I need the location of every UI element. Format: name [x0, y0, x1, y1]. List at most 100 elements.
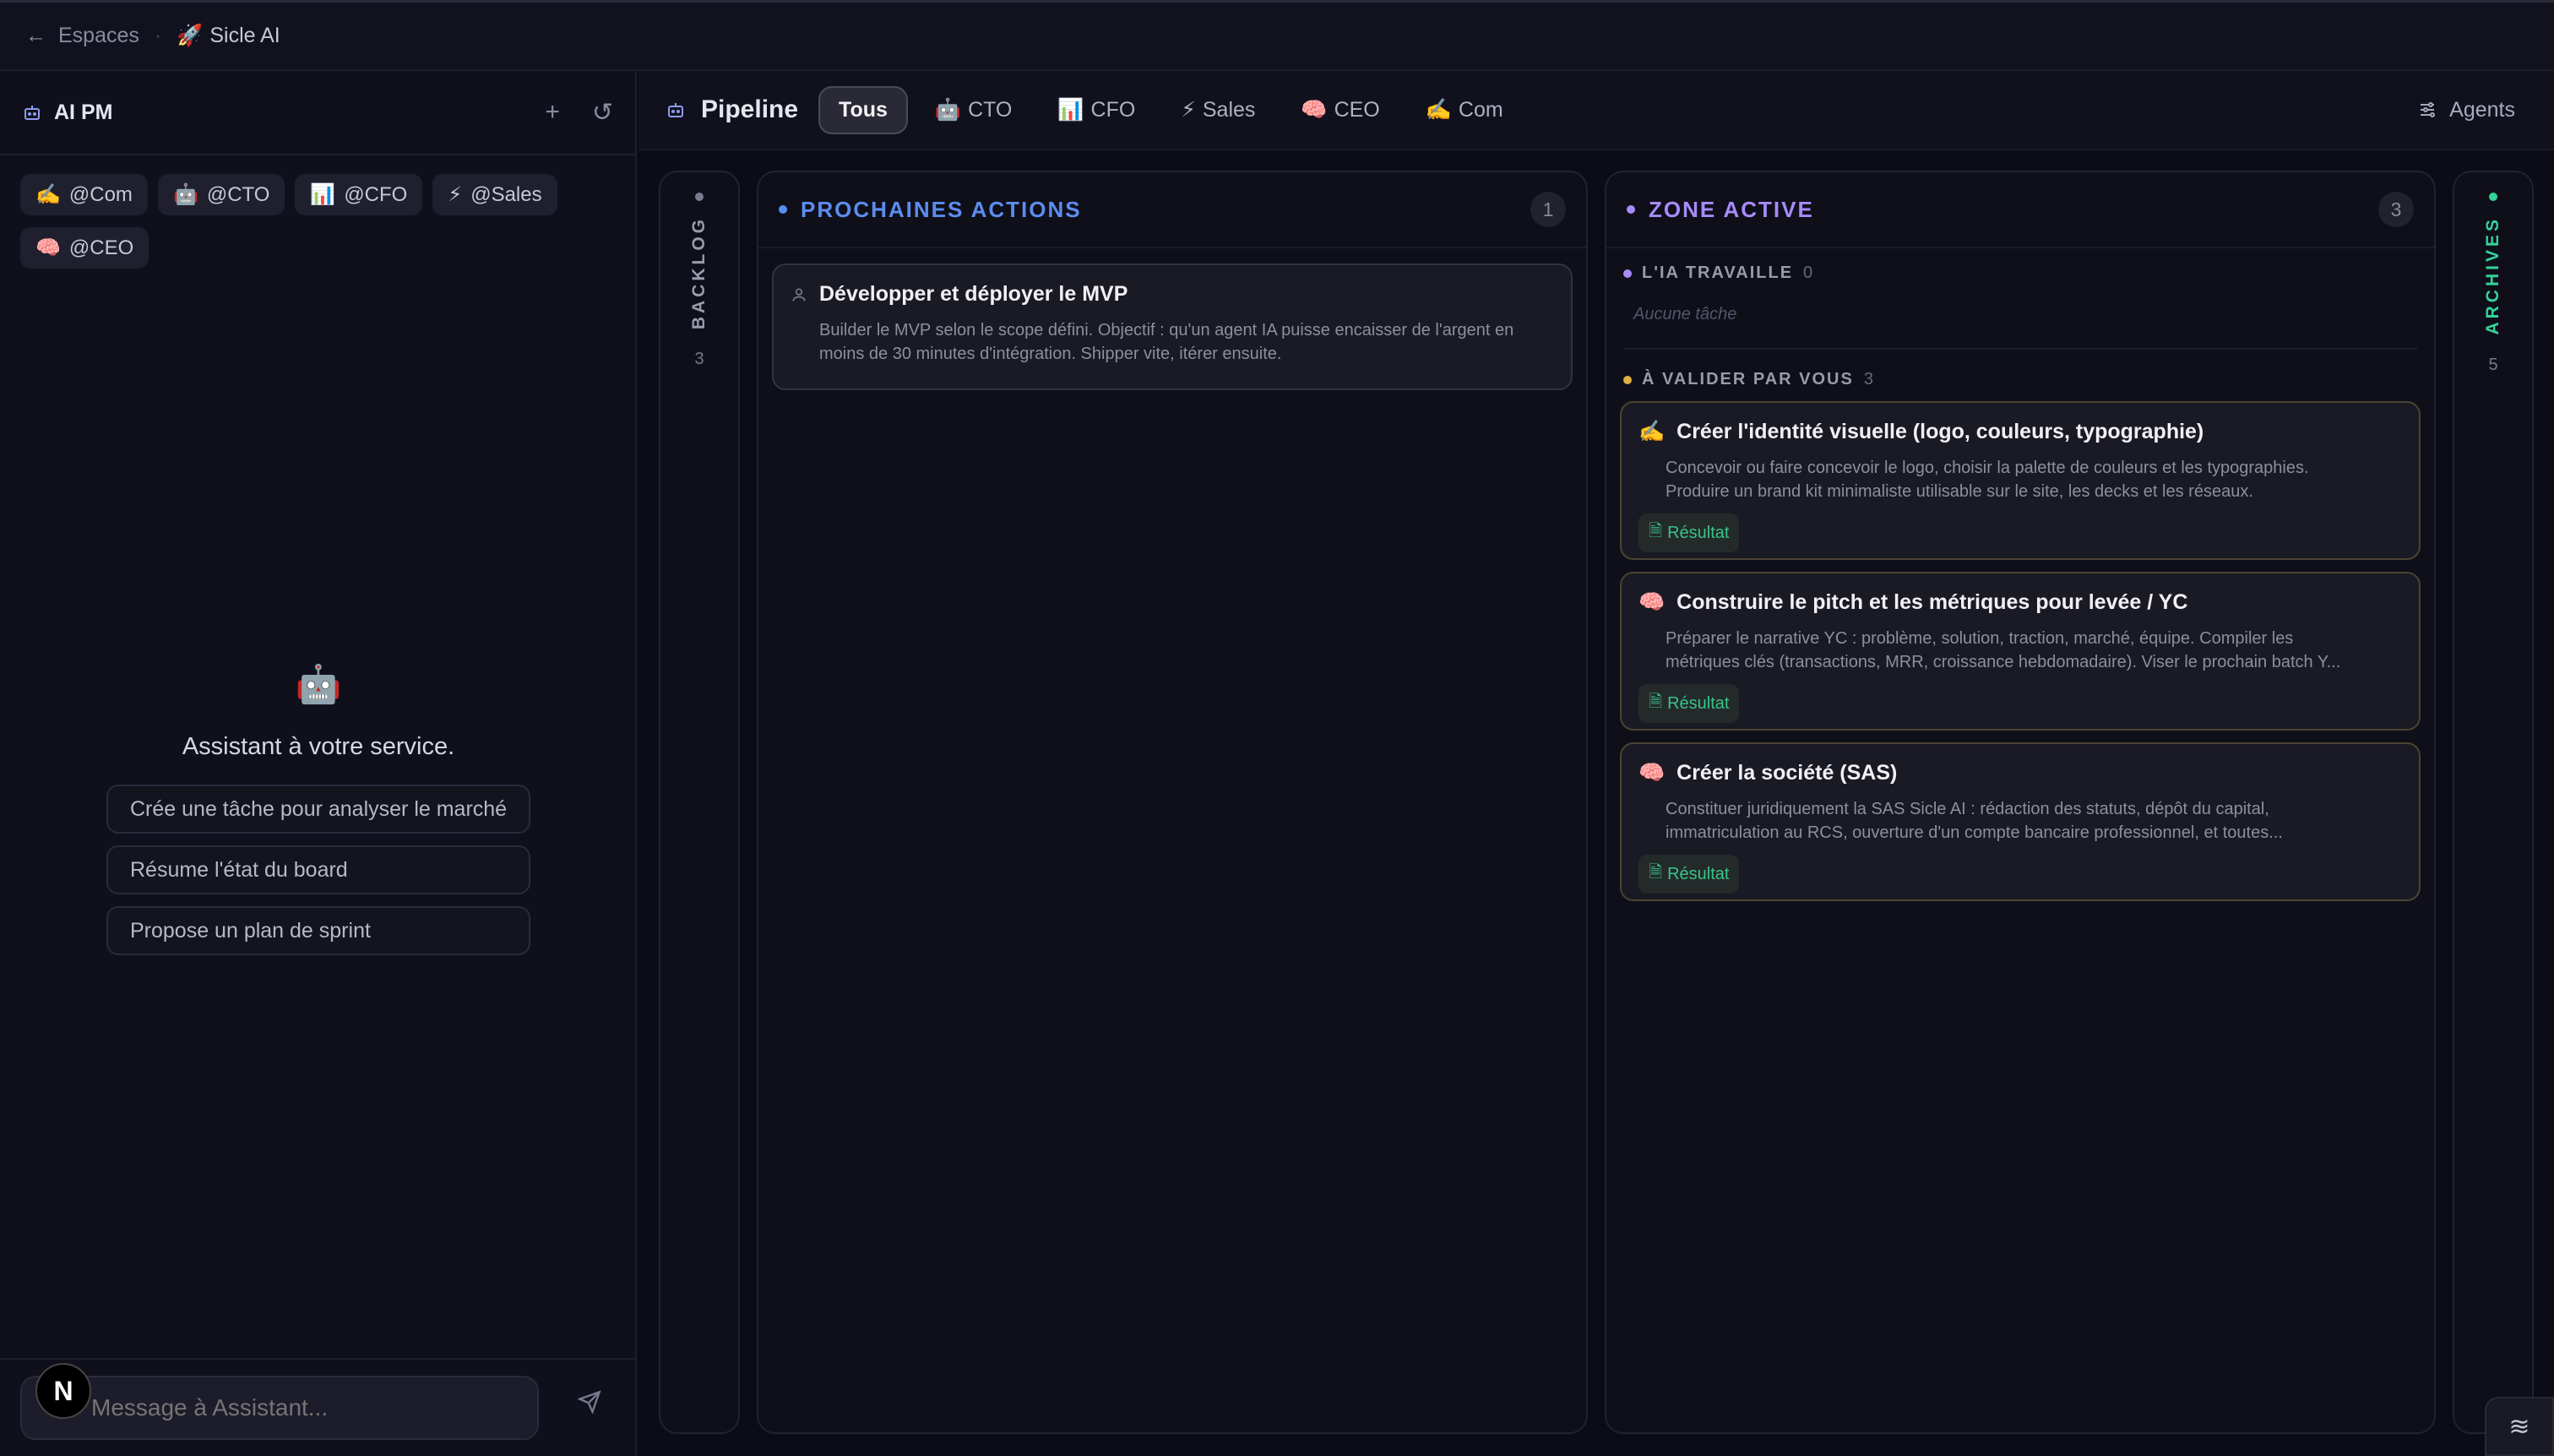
robot-icon: 🤖 — [934, 97, 962, 122]
column-backlog[interactable]: BACKLOG 3 — [659, 171, 740, 1434]
column-label: BACKLOG — [689, 216, 709, 330]
pipeline-title-text: Pipeline — [701, 95, 799, 123]
column-count: 5 — [2488, 355, 2498, 374]
mention-chip-cto[interactable]: 🤖 @CTO — [157, 174, 285, 215]
column-header: PROCHAINES ACTIONS 1 — [758, 172, 1586, 248]
tab-cfo[interactable]: 📊 CFO — [1039, 88, 1154, 133]
task-description: Constituer juridiquement la SAS Sicle AI… — [1666, 800, 2269, 818]
status-dot — [1623, 269, 1632, 278]
writing-hand-icon: ✍️ — [1425, 97, 1452, 122]
to-validate-section: À VALIDER PAR VOUS 3 — [1623, 370, 2417, 389]
column-count: 1 — [1530, 192, 1566, 227]
tab-sales[interactable]: ⚡ Sales — [1162, 87, 1274, 133]
suggestion-button[interactable]: Propose un plan de sprint — [106, 906, 530, 955]
column-label: ARCHIVES — [2483, 216, 2502, 335]
ai-working-section: L'IA TRAVAILLE 0 — [1623, 263, 2417, 283]
tab-label: Com — [1458, 97, 1503, 122]
rocket-icon: 🚀 — [177, 24, 204, 47]
tab-label: CFO — [1090, 97, 1136, 122]
space-breadcrumb[interactable]: 🚀 Sicle AI — [177, 24, 280, 48]
column-archives[interactable]: ARCHIVES 5 — [2453, 171, 2534, 1434]
empty-state: Aucune tâche — [1633, 305, 1737, 323]
result-badge[interactable]: 🗎 Résultat — [1638, 684, 1740, 723]
chart-icon: 📊 — [310, 183, 336, 206]
mention-chip-sales[interactable]: ⚡ @Sales — [432, 174, 557, 215]
section-count: 3 — [1863, 370, 1873, 388]
agent-mentions: ✍️ @Com 🤖 @CTO 📊 @CFO ⚡ @Sales 🧠 @CEO — [0, 155, 591, 287]
task-card[interactable]: ✍️ Créer l'identité visuelle (logo, coul… — [1620, 401, 2421, 560]
chip-label: @CTO — [206, 182, 270, 206]
chip-label: @CEO — [68, 236, 134, 259]
mention-chip-com[interactable]: ✍️ @Com — [20, 174, 148, 215]
column-count: 3 — [694, 350, 704, 369]
user-avatar-badge[interactable]: N — [35, 1363, 91, 1419]
robot-icon: 🤖 — [295, 664, 342, 705]
lightning-icon: ⚡ — [1181, 98, 1196, 122]
task-card[interactable]: 🧠 Construire le pitch et les métriques p… — [1620, 572, 2421, 731]
agents-label: Agents — [2449, 97, 2515, 122]
send-icon[interactable] — [578, 1390, 601, 1414]
suggestion-button[interactable]: Crée une tâche pour analyser le marché — [106, 785, 530, 834]
back-link[interactable]: ← Espaces — [25, 24, 139, 48]
column-title: PROCHAINES ACTIONS — [801, 196, 1082, 222]
column-next-actions: PROCHAINES ACTIONS 1 Développer et déplo… — [757, 171, 1588, 1434]
assistant-empty-state: 🤖 Assistant à votre service. Crée une tâ… — [0, 662, 637, 967]
lightning-icon: ⚡ — [448, 183, 463, 206]
pipeline-title: Pipeline — [666, 95, 798, 124]
section-label: À VALIDER PAR VOUS — [1642, 370, 1854, 388]
task-description: métriques clés (transactions, MRR, crois… — [1666, 653, 2341, 671]
task-description: immatriculation au RCS, ouverture d'un c… — [1666, 823, 2283, 842]
chip-label: @Com — [68, 182, 133, 206]
bot-icon — [24, 106, 40, 120]
chip-label: @CFO — [344, 182, 408, 206]
bot-icon — [668, 103, 683, 117]
panel-title: AI PM — [54, 100, 113, 124]
tab-ceo[interactable]: 🧠 CEO — [1282, 88, 1398, 133]
chart-icon: 📊 — [1057, 97, 1084, 122]
tab-com[interactable]: ✍️ Com — [1407, 88, 1522, 133]
tab-label: CTO — [968, 97, 1013, 122]
divider — [1623, 348, 2417, 350]
task-card[interactable]: Développer et déployer le MVP Builder le… — [772, 263, 1573, 390]
writing-hand-icon: ✍️ — [35, 183, 61, 206]
document-icon: 🗎 — [1649, 522, 1663, 541]
tab-tous[interactable]: Tous — [818, 85, 908, 134]
back-label: Espaces — [58, 24, 139, 47]
person-icon — [792, 288, 806, 302]
sliders-icon — [2421, 102, 2436, 117]
plus-icon[interactable]: + — [545, 98, 560, 127]
history-icon[interactable]: ↺ — [592, 98, 613, 128]
brain-icon: 🧠 — [1301, 97, 1328, 122]
writing-hand-icon: ✍️ — [1638, 420, 1666, 443]
tab-label: CEO — [1334, 97, 1380, 122]
space-name: Sicle AI — [209, 24, 280, 47]
section-count: 0 — [1803, 263, 1813, 282]
status-dot — [1623, 375, 1632, 384]
message-composer: N — [0, 1358, 637, 1456]
column-active-zone: ZONE ACTIVE 3 L'IA TRAVAILLE 0 Aucune tâ… — [1605, 171, 2436, 1434]
task-description: Préparer le narrative YC : problème, sol… — [1666, 629, 2294, 648]
status-dot — [695, 193, 704, 201]
result-badge[interactable]: 🗎 Résultat — [1638, 855, 1740, 894]
task-description: Concevoir ou faire concevoir le logo, ch… — [1666, 459, 2309, 477]
mention-chip-ceo[interactable]: 🧠 @CEO — [20, 227, 149, 269]
result-badge[interactable]: 🗎 Résultat — [1638, 513, 1740, 552]
tab-cto[interactable]: 🤖 CTO — [916, 88, 1030, 133]
suggestion-button[interactable]: Résume l'état du board — [106, 845, 530, 894]
layers-icon[interactable]: ≋ — [2485, 1397, 2554, 1456]
message-input[interactable] — [20, 1376, 539, 1440]
result-label: Résultat — [1667, 523, 1730, 542]
mention-chip-cfo[interactable]: 📊 @CFO — [295, 174, 423, 215]
chip-label: @Sales — [470, 182, 542, 206]
assistant-panel-header: AI PM + ↺ — [0, 71, 635, 155]
column-title: ZONE ACTIVE — [1649, 196, 1814, 222]
task-card[interactable]: 🧠 Créer la société (SAS) Constituer juri… — [1620, 742, 2421, 901]
task-title: Développer et déployer le MVP — [819, 282, 1128, 306]
task-title: Construire le pitch et les métriques pou… — [1676, 590, 2188, 614]
agents-button[interactable]: Agents — [2417, 98, 2515, 122]
column-count: 3 — [2378, 192, 2414, 227]
status-dot — [779, 205, 787, 214]
breadcrumb-separator: · — [154, 24, 162, 47]
robot-icon: 🤖 — [172, 183, 198, 206]
column-header: ZONE ACTIVE 3 — [1606, 172, 2434, 248]
